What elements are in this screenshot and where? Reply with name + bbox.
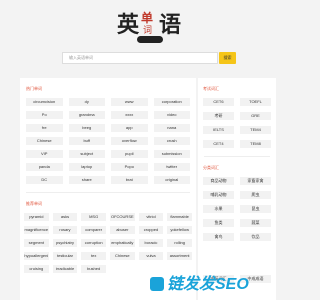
recommended-words-grid: pyramid asks MSG OFCOURSE vitriol flammable ma… <box>20 211 196 275</box>
hot-word-link[interactable]: Po <box>26 111 63 119</box>
exam-vocab-link[interactable]: 考研 <box>203 112 234 120</box>
exam-vocab-link[interactable]: GRE <box>240 112 271 120</box>
exam-vocab-link[interactable]: CET4 <box>203 140 234 148</box>
site-logo[interactable]: 英 单 词 语 <box>117 11 183 43</box>
recommended-word-link[interactable]: hypoallergeni <box>24 252 49 260</box>
hot-word-link[interactable]: DC <box>26 176 63 184</box>
exam-vocab-grid: CET6 TOEFL 考研 GRE IELTS TEM4 CET4 TEM8 <box>198 96 276 150</box>
category-vocab-link[interactable]: 蔬菜 <box>240 219 271 227</box>
category-vocab-grid: 商品动物 家畜家禽 哺乳动物 爬虫 水果 昆虫 鱼类 蔬菜 禽鸟 饮品 中英词汇 中成成语 <box>198 175 276 285</box>
recommended-word-link[interactable]: OFCOURSE <box>109 213 135 221</box>
recommended-word-link[interactable]: emphatically <box>109 239 135 247</box>
category-vocab-link[interactable]: 水果 <box>203 205 234 213</box>
hot-word-link[interactable]: corporation <box>153 98 190 106</box>
recommended-word-link[interactable]: cruising <box>24 265 49 273</box>
hot-word-link[interactable]: beeg <box>68 124 105 132</box>
hot-word-link[interactable]: dy <box>68 98 105 106</box>
hot-word-link[interactable]: share <box>68 176 105 184</box>
category-vocab-link[interactable]: 饮品 <box>240 233 271 241</box>
hot-word-link[interactable]: VIP <box>26 150 63 158</box>
recommended-word-link[interactable]: vitriol <box>138 213 164 221</box>
hot-word-link[interactable]: www <box>111 98 148 106</box>
hot-word-link[interactable]: buff <box>68 137 105 145</box>
hot-word-link[interactable]: laptop <box>68 163 105 171</box>
logo-badge <box>137 36 163 43</box>
hot-word-link[interactable]: panda <box>26 163 63 171</box>
watermark-logo-icon <box>150 277 164 291</box>
hot-word-link[interactable]: circumcision <box>26 98 63 106</box>
exam-vocab-link[interactable]: CET6 <box>203 98 234 106</box>
hot-words-title: 热门单词 <box>26 86 42 91</box>
category-vocab-link[interactable]: 鱼类 <box>203 219 234 227</box>
sidebar: 考试词汇 CET6 TOEFL 考研 GRE IELTS TEM4 CET4 TEM8 分类词… <box>198 78 276 300</box>
hot-word-link[interactable]: brat <box>111 176 148 184</box>
hot-word-link[interactable]: fre <box>26 124 63 132</box>
recommended-word-link[interactable]: pyramid <box>24 213 49 221</box>
recommended-word-link[interactable]: vulva <box>138 252 164 260</box>
hot-words-grid: circumcision dy www corporation Po grandma xxx… <box>20 96 196 186</box>
hot-word-link[interactable]: subject <box>68 150 105 158</box>
recommended-word-link[interactable]: psychiatry <box>52 239 78 247</box>
recommended-word-link[interactable]: MSG <box>81 213 106 221</box>
recommended-word-link[interactable]: abuser <box>109 226 135 234</box>
recommended-word-link[interactable]: comparer <box>81 226 106 234</box>
hot-word-link[interactable]: app <box>111 124 148 132</box>
logo-char-2: 单 <box>141 11 154 25</box>
recommended-word-link[interactable]: irradicable <box>52 265 78 273</box>
recommended-word-link[interactable]: yokefellow <box>167 226 192 234</box>
hot-word-link[interactable]: video <box>153 111 190 119</box>
exam-vocab-link[interactable]: TOEFL <box>240 98 271 106</box>
recommended-word-link[interactable]: flammable <box>167 213 192 221</box>
logo-char-3: 语 <box>159 12 182 38</box>
logo-char-1: 英 <box>117 12 140 38</box>
exam-vocab-title: 考试词汇 <box>203 86 219 91</box>
hot-word-link[interactable]: Popo <box>111 163 148 171</box>
category-vocab-title: 分类词汇 <box>203 165 219 170</box>
hot-word-link[interactable]: crush <box>153 137 190 145</box>
hot-word-link[interactable]: pupil <box>111 150 148 158</box>
recommended-word-link[interactable]: testicular <box>52 252 78 260</box>
recommended-word-link[interactable]: boracic <box>138 239 164 247</box>
recommended-word-link[interactable]: magnificence <box>24 226 49 234</box>
category-vocab-link[interactable]: 哺乳动物 <box>203 191 234 199</box>
hot-word-link[interactable]: xxxx <box>111 111 148 119</box>
hot-word-link[interactable]: original <box>153 176 190 184</box>
recommended-words-title: 推荐单词 <box>26 201 42 206</box>
exam-vocab-link[interactable]: IELTS <box>203 126 234 134</box>
exam-vocab-link[interactable]: TEM8 <box>240 140 271 148</box>
hot-word-link[interactable]: overflow <box>111 137 148 145</box>
recommended-word-link[interactable]: assortment <box>167 252 192 260</box>
hot-word-link[interactable]: submission <box>153 150 190 158</box>
recommended-word-link[interactable]: segment <box>24 239 49 247</box>
search-input[interactable]: 输入英语单词 <box>62 52 218 64</box>
recommended-word-link[interactable]: bushed <box>81 265 106 273</box>
exam-vocab-link[interactable]: TEM4 <box>240 126 271 134</box>
search-button[interactable]: 搜索 <box>219 52 236 64</box>
category-vocab-link[interactable]: 家畜家禽 <box>240 177 271 185</box>
recommended-word-link[interactable]: rosary <box>52 226 78 234</box>
watermark: 链发发SEO <box>150 270 249 294</box>
category-vocab-link[interactable]: 禽鸟 <box>203 233 234 241</box>
hot-word-link[interactable]: nana <box>153 124 190 132</box>
watermark-text: 链发发SEO <box>167 276 249 293</box>
hot-word-link[interactable]: Chinese <box>26 137 63 145</box>
logo-char-2b: 词 <box>143 25 153 35</box>
recommended-word-link[interactable]: Chinese <box>109 252 135 260</box>
hot-word-link[interactable]: twitter <box>153 163 190 171</box>
recommended-word-link[interactable]: tex <box>81 252 106 260</box>
category-vocab-link[interactable]: 昆虫 <box>240 205 271 213</box>
recommended-word-link[interactable]: cropped <box>138 226 164 234</box>
header: 英 单 词 语 输入英语单词 搜索 <box>0 0 300 72</box>
recommended-word-link[interactable]: rolling <box>167 239 192 247</box>
category-vocab-link[interactable]: 爬虫 <box>240 191 271 199</box>
recommended-word-link[interactable]: asks <box>52 213 78 221</box>
recommended-word-link[interactable]: corruption <box>81 239 106 247</box>
main-panel: 热门单词 circumcision dy www corporation Po grand… <box>20 78 196 300</box>
category-vocab-link[interactable]: 商品动物 <box>203 177 234 185</box>
hot-word-link[interactable]: grandma <box>68 111 105 119</box>
